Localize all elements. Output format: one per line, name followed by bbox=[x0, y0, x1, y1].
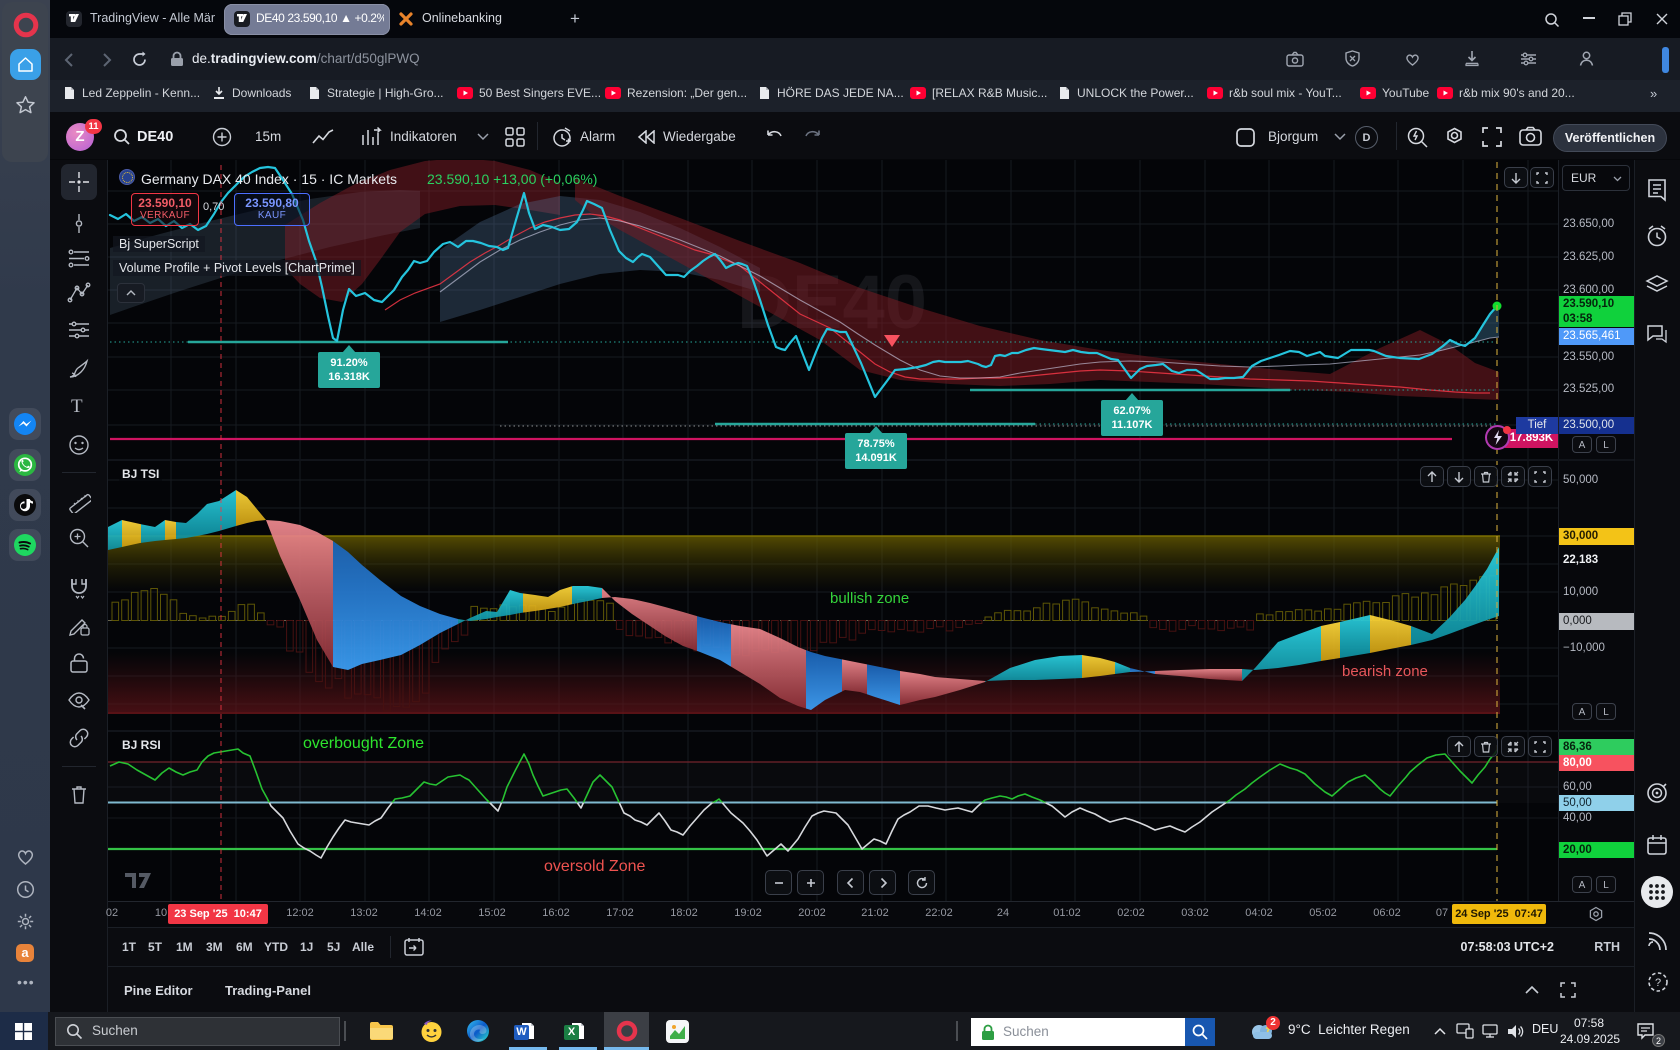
svg-text:bearish zone: bearish zone bbox=[1342, 663, 1428, 680]
svg-text:oversold Zone: oversold Zone bbox=[544, 858, 645, 875]
svg-text:?: ? bbox=[1655, 977, 1661, 989]
svg-text:bullish zone: bullish zone bbox=[830, 590, 909, 607]
svg-text:overbought Zone: overbought Zone bbox=[303, 735, 424, 752]
